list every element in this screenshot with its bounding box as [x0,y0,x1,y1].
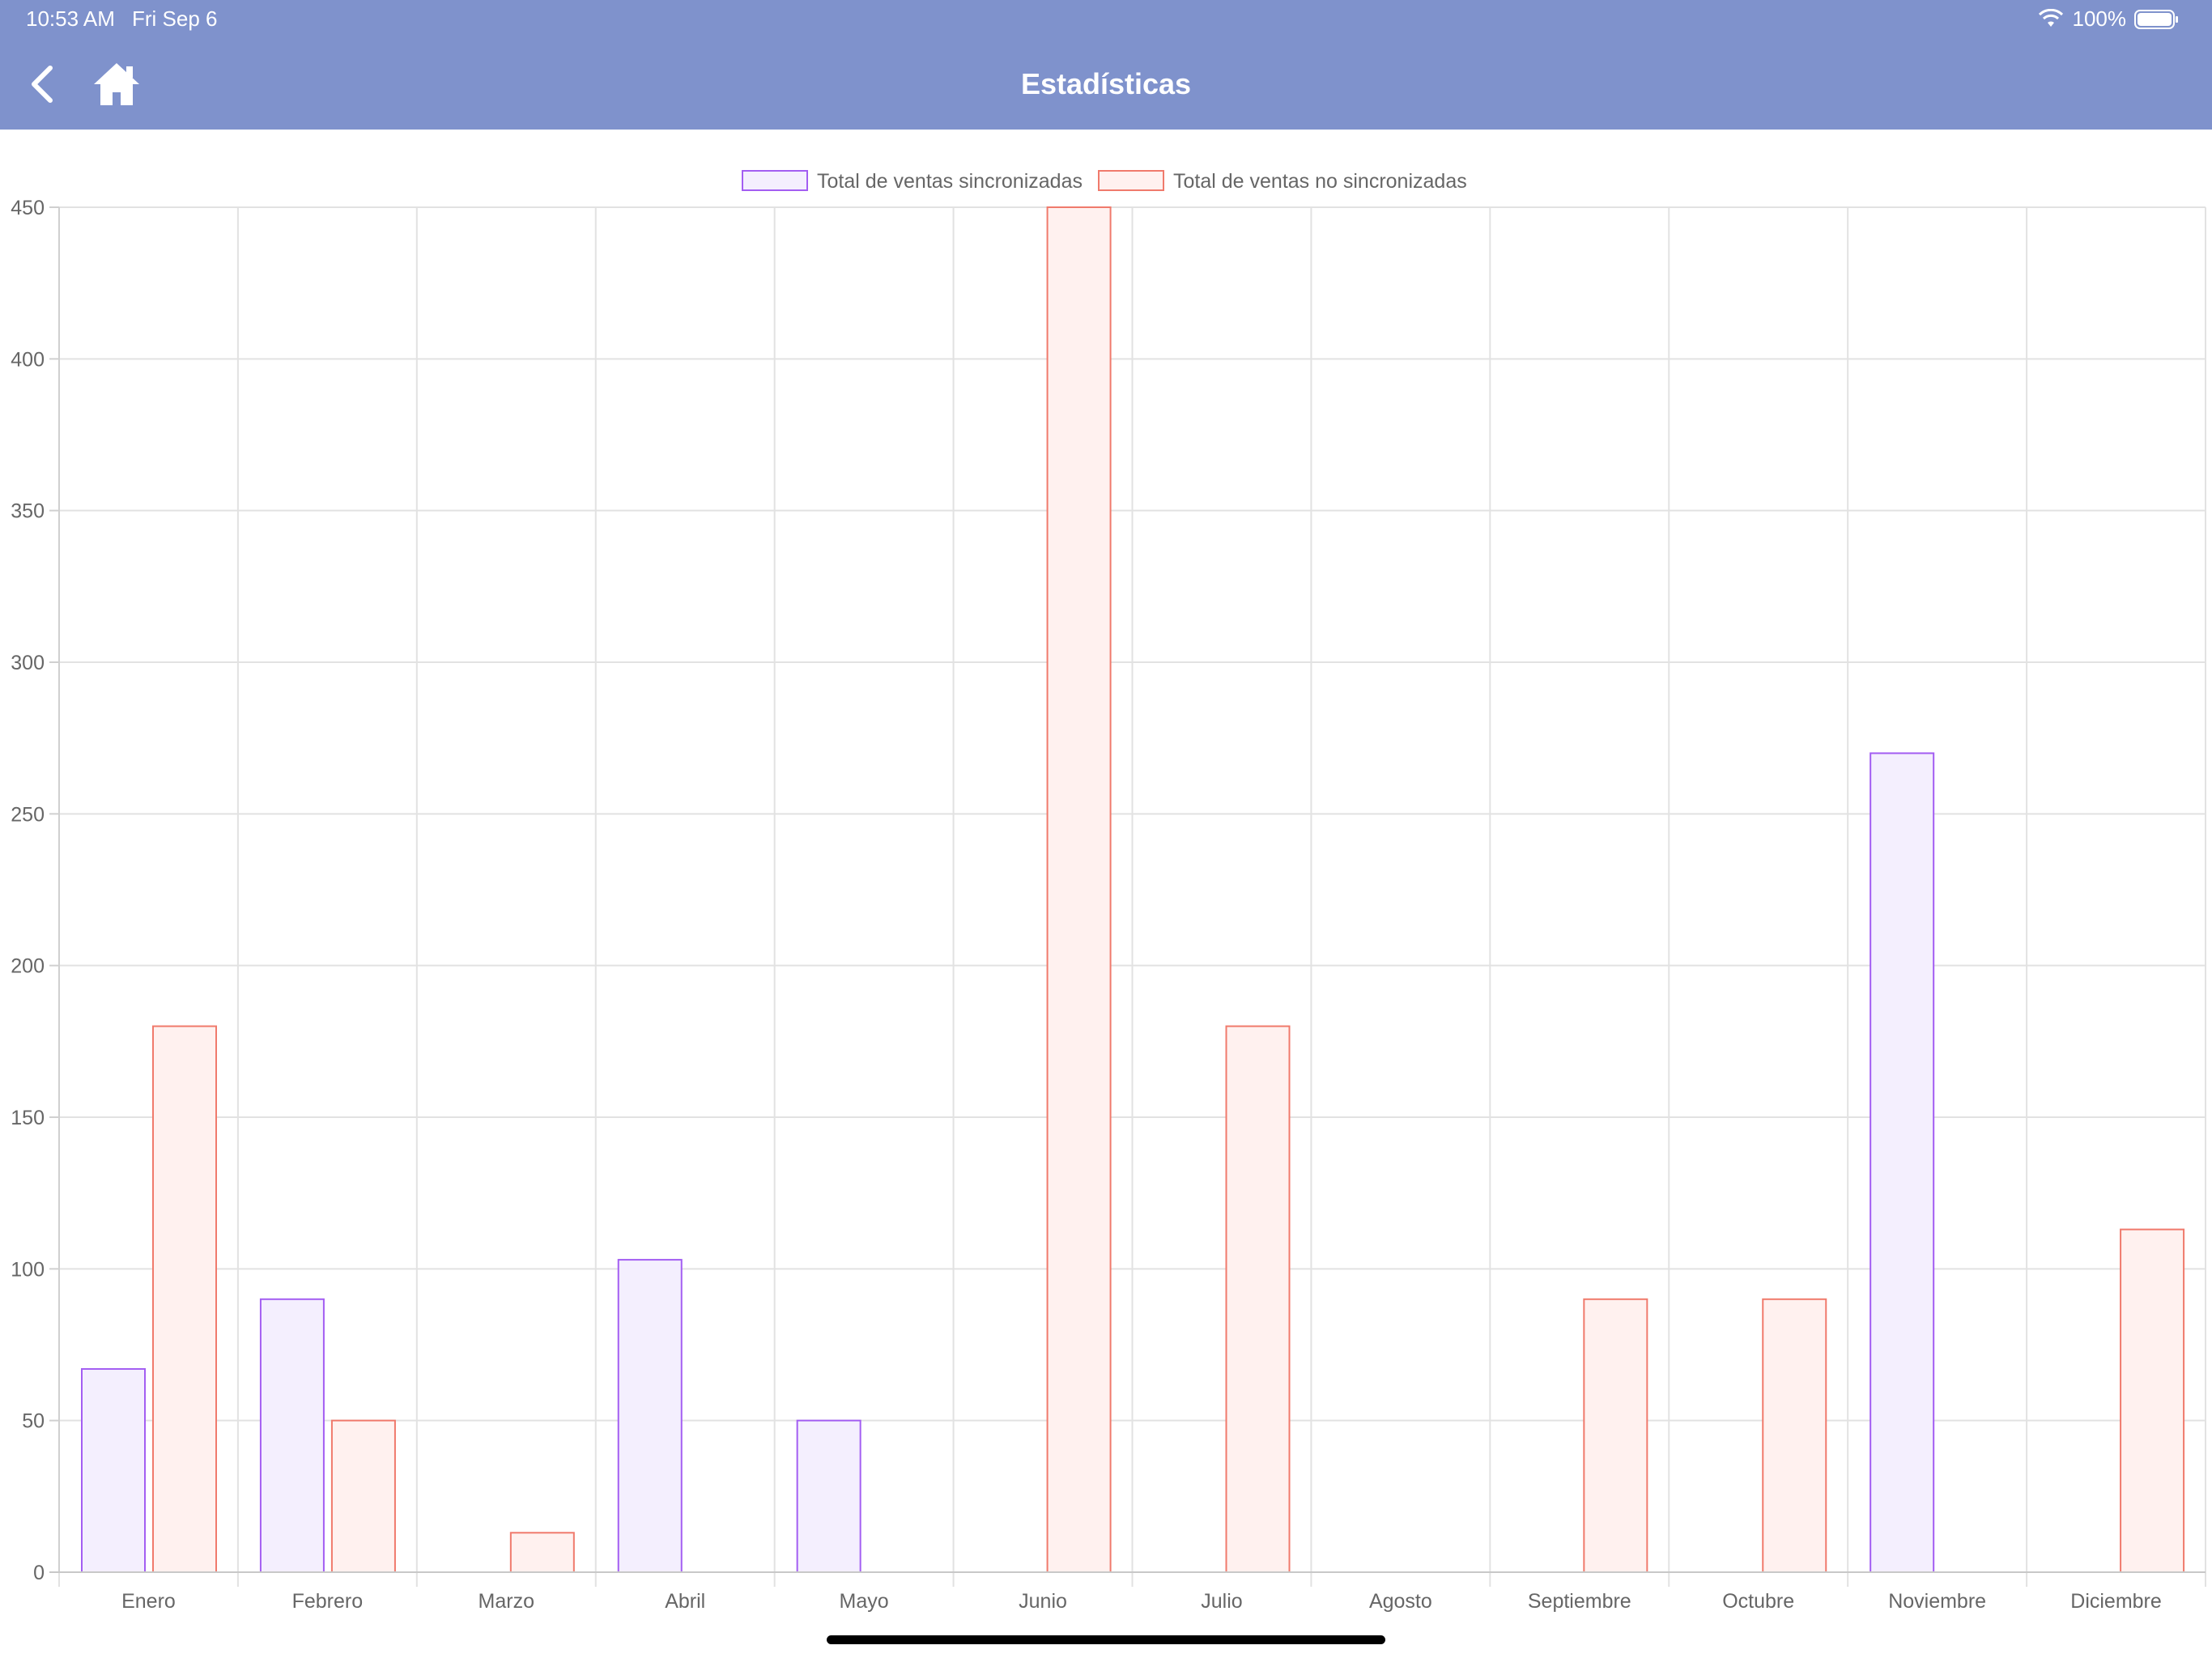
status-right-group: 100% [2037,6,2180,32]
x-tick-label: Julio [1201,1590,1242,1613]
chart-legend: Total de ventas sincronizadas Total de ve… [742,170,1467,193]
y-tick-label: 100 [11,1258,45,1281]
y-tick-label: 50 [22,1410,45,1433]
bar-no-sincronizadas-marzo[interactable] [509,1532,575,1573]
x-tick-label: Diciembre [2070,1590,2162,1613]
legend-label[interactable]: Total de ventas no sincronizadas [1173,170,1467,193]
bar-sincronizadas-mayo[interactable] [796,1419,861,1573]
bar-no-sincronizadas-octubre[interactable] [1762,1298,1827,1574]
y-tick-label: 450 [11,197,45,219]
status-bar: 10:53 AM Fri Sep 6 100% [0,0,2212,39]
status-date: Fri Sep 6 [132,6,218,31]
y-tick-label: 400 [11,348,45,371]
y-tick-label: 250 [11,803,45,826]
x-tick-label: Junio [1019,1590,1067,1613]
bar-no-sincronizadas-septiembre[interactable] [1583,1298,1648,1574]
bar-sincronizadas-enero[interactable] [81,1367,146,1574]
bar-no-sincronizadas-julio[interactable] [1225,1025,1291,1573]
bar-sincronizadas-febrero[interactable] [259,1298,325,1574]
battery-percentage: 100% [2072,6,2127,31]
bar-sincronizadas-abril[interactable] [617,1259,683,1574]
legend-label[interactable]: Total de ventas sincronizadas [817,170,1083,193]
navigation-bar: 10:53 AM Fri Sep 6 100% Estadísticas [0,0,2212,130]
bar-sincronizadas-noviembre[interactable] [1870,752,1935,1573]
x-tick-label: Mayo [840,1590,889,1613]
x-tick-label: Enero [121,1590,176,1613]
app-screen: 10:53 AM Fri Sep 6 100% Estadísticas Tot… [0,0,2212,1658]
battery-icon [2134,9,2178,29]
y-tick-label: 300 [11,652,45,674]
x-tick-label: Abril [665,1590,705,1613]
bar-no-sincronizadas-diciembre[interactable] [2120,1228,2185,1574]
page-title: Estadísticas [1020,67,1192,100]
bar-chart: Total de ventas sincronizadas Total de ve… [11,170,2206,1613]
bar-no-sincronizadas-enero[interactable] [152,1025,217,1573]
home-indicator [827,1635,1385,1644]
y-tick-label: 0 [33,1562,45,1584]
y-tick-label: 350 [11,500,45,523]
wifi-icon [2038,8,2063,27]
x-tick-label: Agosto [1369,1590,1432,1613]
bar-no-sincronizadas-febrero[interactable] [330,1419,396,1573]
legend-swatch[interactable] [1098,170,1164,191]
bar-no-sincronizadas-junio[interactable] [1046,206,1112,1573]
x-tick-label: Marzo [479,1590,534,1613]
x-tick-label: Febrero [292,1590,364,1613]
y-tick-label: 150 [11,1107,45,1129]
x-tick-label: Octubre [1722,1590,1794,1613]
legend-swatch[interactable] [742,170,808,191]
status-time: 10:53 AM [26,6,115,31]
x-tick-label: Septiembre [1528,1590,1631,1613]
x-tick-label: Noviembre [1888,1590,1986,1613]
y-tick-label: 200 [11,955,45,978]
